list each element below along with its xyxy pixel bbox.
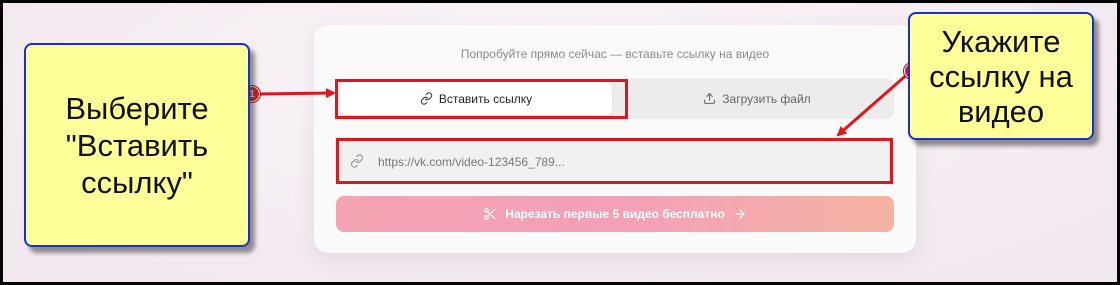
screenshot-frame (0, 0, 1120, 285)
